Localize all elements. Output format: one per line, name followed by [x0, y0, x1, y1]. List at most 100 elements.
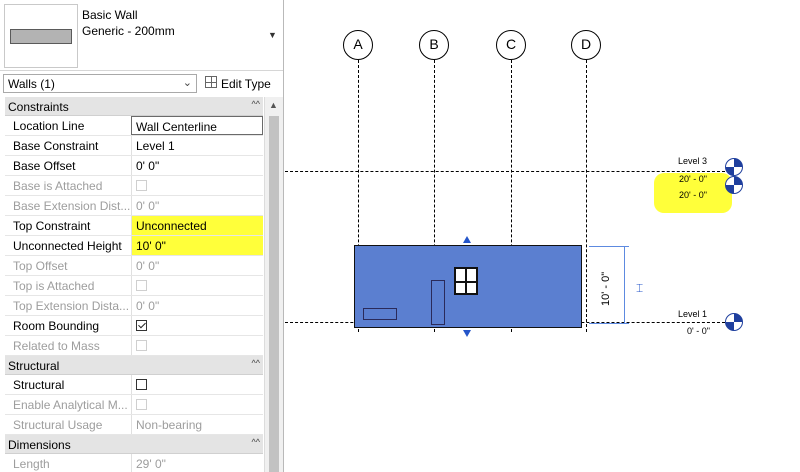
property-row-top-extension: Top Extension Dista... 0' 0" — [5, 296, 263, 316]
property-row-base-is-attached: Base is Attached — [5, 176, 263, 196]
property-value-top-is-attached — [131, 276, 263, 295]
property-value-base-is-attached — [131, 176, 263, 195]
property-value-top-constraint[interactable]: Unconnected — [131, 216, 263, 235]
dropdown-arrow-icon[interactable]: ▼ — [268, 30, 277, 40]
checkbox-unchecked — [136, 180, 147, 191]
property-name: Length — [13, 457, 50, 471]
property-row-room-bounding[interactable]: Room Bounding — [5, 316, 263, 336]
property-name: Base Offset — [13, 159, 76, 173]
properties-scrollbar[interactable]: ▲ — [264, 97, 283, 472]
property-value-length: 29' 0" — [131, 454, 263, 472]
properties-grid: Constraints ^^ Location Line Wall Center… — [5, 97, 263, 472]
shape-handle-up-icon[interactable] — [463, 236, 471, 243]
checkbox-unchecked — [136, 340, 147, 351]
grid-bubble-a[interactable]: A — [343, 30, 373, 60]
property-row-top-constraint[interactable]: Top Constraint Unconnected — [5, 216, 263, 236]
drawing-canvas[interactable]: A B C D Level 3 20' - 0" 20' - 0" Level … — [285, 0, 800, 472]
temporary-dimension-value[interactable]: 10' - 0" — [600, 272, 612, 306]
property-value-base-offset[interactable]: 0' 0" — [131, 156, 263, 175]
property-row-structural[interactable]: Structural — [5, 375, 263, 395]
property-value-structural-usage: Non-bearing — [131, 415, 263, 434]
type-selector[interactable]: Basic Wall Generic - 200mm ▼ — [0, 0, 283, 71]
property-row-top-offset: Top Offset 0' 0" — [5, 256, 263, 276]
dimension-line[interactable] — [624, 246, 625, 323]
grid-bubble-c[interactable]: C — [496, 30, 526, 60]
grid-bubble-b[interactable]: B — [419, 30, 449, 60]
door-symbol — [431, 280, 445, 325]
property-row-base-constraint[interactable]: Base Constraint Level 1 — [5, 136, 263, 156]
edit-type-icon — [205, 76, 217, 88]
group-header-constraints[interactable]: Constraints ^^ — [5, 97, 263, 116]
property-name: Structural Usage — [13, 418, 103, 432]
checkbox-checked[interactable] — [136, 320, 147, 331]
properties-palette: Basic Wall Generic - 200mm ▼ Walls (1) ⌄… — [0, 0, 284, 472]
edit-type-button[interactable]: Edit Type — [203, 74, 281, 93]
property-value-room-bounding[interactable] — [131, 316, 263, 335]
level-elevation-level1[interactable]: 0' - 0" — [687, 326, 710, 336]
level-elevation-level3-secondary[interactable]: 20' - 0" — [679, 190, 707, 200]
property-value-unconnected-height[interactable]: 10' 0" — [131, 236, 263, 255]
chevron-down-icon: ⌄ — [182, 77, 192, 89]
property-value-base-extension: 0' 0" — [131, 196, 263, 215]
checkbox-unchecked[interactable] — [136, 379, 147, 390]
property-name: Enable Analytical M... — [13, 398, 128, 412]
scrollbar-thumb[interactable] — [269, 116, 279, 472]
property-row-base-extension: Base Extension Dist... 0' 0" — [5, 196, 263, 216]
level-name-level3[interactable]: Level 3 — [678, 156, 707, 166]
window-symbol — [454, 267, 478, 295]
property-row-related-to-mass: Related to Mass — [5, 336, 263, 356]
type-name: Generic - 200mm — [82, 24, 175, 38]
property-name: Unconnected Height — [13, 239, 122, 253]
property-value-related-to-mass — [131, 336, 263, 355]
shape-handle-down-icon[interactable] — [463, 330, 471, 337]
dimension-extension-top — [589, 246, 629, 247]
property-name: Top Extension Dista... — [13, 299, 130, 313]
group-label: Constraints — [8, 100, 69, 114]
property-value-structural[interactable] — [131, 375, 263, 394]
property-row-length: Length 29' 0" — [5, 454, 263, 472]
instance-filter-label: Walls (1) — [8, 77, 55, 91]
level-head-icon[interactable] — [725, 313, 743, 331]
group-header-structural[interactable]: Structural ^^ — [5, 356, 263, 375]
group-header-dimensions[interactable]: Dimensions ^^ — [5, 435, 263, 454]
property-row-base-offset[interactable]: Base Offset 0' 0" — [5, 156, 263, 176]
property-name: Base Constraint — [13, 139, 99, 153]
property-row-top-is-attached: Top is Attached — [5, 276, 263, 296]
property-name: Top Constraint — [13, 219, 91, 233]
grid-line-d[interactable] — [586, 60, 587, 332]
collapse-icon[interactable]: ^^ — [252, 99, 260, 109]
type-family-name: Basic Wall — [82, 8, 138, 22]
property-value-location-line[interactable]: Wall Centerline — [131, 116, 263, 135]
instance-filter-select[interactable]: Walls (1) ⌄ — [3, 74, 197, 93]
level-elevation-level3[interactable]: 20' - 0" — [679, 174, 707, 184]
property-row-structural-usage: Structural Usage Non-bearing — [5, 415, 263, 435]
property-row-unconnected-height[interactable]: Unconnected Height 10' 0" — [5, 236, 263, 256]
level-head-icon[interactable] — [725, 158, 743, 176]
property-value-top-extension: 0' 0" — [131, 296, 263, 315]
dimension-extension-bottom — [589, 323, 629, 324]
level-line-level3[interactable] — [285, 171, 725, 172]
grid-bubble-d[interactable]: D — [571, 30, 601, 60]
property-name: Related to Mass — [13, 339, 100, 353]
collapse-icon[interactable]: ^^ — [252, 358, 260, 368]
property-value-enable-analytical — [131, 395, 263, 414]
property-name: Base Extension Dist... — [13, 199, 131, 213]
property-value-base-constraint[interactable]: Level 1 — [131, 136, 263, 155]
property-name: Top is Attached — [13, 279, 95, 293]
furniture-symbol — [363, 308, 397, 320]
type-preview-thumbnail — [4, 4, 78, 68]
group-label: Dimensions — [8, 438, 71, 452]
checkbox-unchecked — [136, 280, 147, 291]
level-head-icon[interactable] — [725, 176, 743, 194]
property-row-location-line[interactable]: Location Line Wall Centerline — [5, 116, 263, 136]
property-name: Location Line — [13, 119, 85, 133]
selected-wall[interactable] — [354, 245, 582, 328]
property-name: Structural — [13, 378, 65, 392]
group-label: Structural — [8, 359, 60, 373]
level-name-level1[interactable]: Level 1 — [678, 309, 707, 319]
property-row-enable-analytical: Enable Analytical M... — [5, 395, 263, 415]
property-name: Top Offset — [13, 259, 68, 273]
dimension-witness-icon[interactable]: ⌶ — [636, 281, 643, 296]
scroll-up-icon[interactable]: ▲ — [269, 100, 278, 110]
collapse-icon[interactable]: ^^ — [252, 437, 260, 447]
